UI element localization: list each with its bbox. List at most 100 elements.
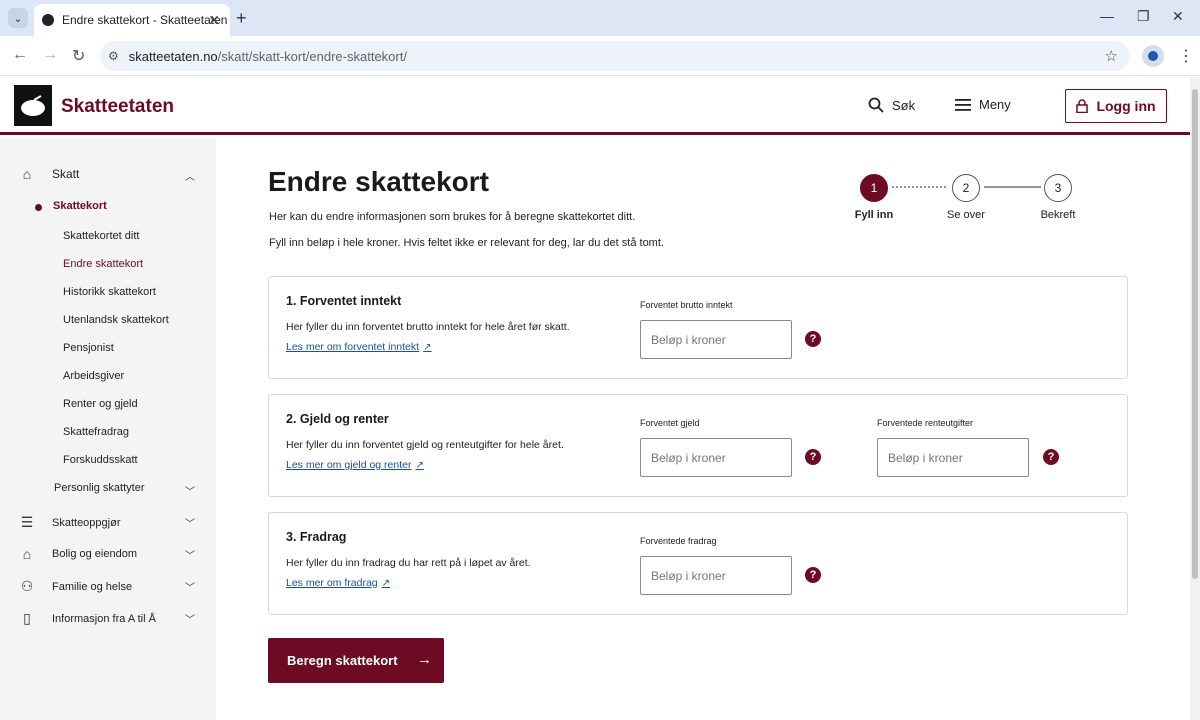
card-fradrag: 3. Fradrag Her fyller du inn fradrag du … (268, 512, 1128, 615)
card-heading: 2. Gjeld og renter (286, 412, 389, 426)
intro-text-2: Fyll inn beløp i hele kroner. Hvis felte… (269, 237, 664, 249)
active-dot-icon (35, 204, 42, 211)
tab-search-icon[interactable]: ⌄ (8, 8, 28, 28)
sidebar-item-arbeidsgiver[interactable]: Arbeidsgiver (63, 370, 124, 382)
skatteetaten-logo[interactable] (14, 85, 52, 126)
hamburger-icon (955, 98, 971, 111)
step-3-circle: 3 (1044, 174, 1072, 202)
logo-mark-icon (21, 94, 45, 116)
field-label: Forventet brutto inntekt (640, 300, 733, 310)
card-heading: 3. Fradrag (286, 530, 347, 544)
coins-icon: ☰ (20, 514, 34, 530)
help-icon[interactable]: ? (805, 449, 821, 465)
help-icon[interactable]: ? (805, 331, 821, 347)
field-label: Forventede renteutgifter (877, 418, 974, 428)
sidebar-item-utenlandsk[interactable]: Utenlandsk skattekort (63, 314, 169, 326)
card-heading: 1. Forventet inntekt (286, 294, 402, 308)
sidebar-nav: ⌂ Skatt ︿ Skattekort Skattekortet ditt E… (0, 138, 216, 720)
read-more-link[interactable]: Les mer om fradrag ↗ (286, 577, 390, 589)
chevron-down-icon[interactable]: ﹀ (185, 611, 195, 626)
minimize-icon[interactable]: — (1100, 8, 1114, 24)
field-label: Forventet gjeld (640, 418, 700, 428)
sidebar-item-skattefradrag[interactable]: Skattefradrag (63, 426, 129, 438)
help-icon[interactable]: ? (1043, 449, 1059, 465)
browser-toolbar: ← → ↻ ⚙ skatteetaten.no/skatt/skatt-kort… (0, 36, 1200, 76)
card-description: Her fyller du inn forventet brutto innte… (286, 321, 570, 333)
scrollbar-thumb[interactable] (1192, 89, 1198, 579)
url-text: skatteetaten.no/skatt/skatt-kort/endre-s… (128, 48, 407, 64)
browser-menu-icon[interactable]: ⋮ (1178, 46, 1194, 66)
main-content: Endre skattekort Her kan du endre inform… (216, 138, 1190, 720)
forventet-brutto-inntekt-input[interactable] (640, 320, 792, 359)
chevron-up-icon[interactable]: ︿ (185, 168, 195, 183)
intro-text-1: Her kan du endre informasjonen som bruke… (269, 211, 636, 223)
chevron-down-icon[interactable]: ﹀ (185, 547, 195, 562)
search-button[interactable]: Søk (868, 97, 915, 113)
chevron-down-icon[interactable]: ﹀ (185, 579, 195, 594)
sidebar-item-bolig[interactable]: ⌂ Bolig og eiendom (16, 546, 137, 562)
field-label: Forventede fradrag (640, 536, 717, 546)
forventet-gjeld-input[interactable] (640, 438, 792, 477)
sidebar-item-skatteoppgjor[interactable]: ☰ Skatteoppgjør (16, 514, 121, 531)
people-icon: ⚇ (20, 578, 34, 594)
tab-title: Endre skattekort - Skatteetaten (62, 13, 228, 27)
restore-icon[interactable]: ❐ (1137, 8, 1150, 25)
sidebar-item-endre-skattekort[interactable]: Endre skattekort (63, 258, 143, 270)
step-1-label: Fyll inn (854, 209, 894, 221)
sidebar-item-pensjonist[interactable]: Pensjonist (63, 342, 114, 354)
lock-icon (1076, 99, 1089, 113)
browser-tab[interactable]: Endre skattekort - Skatteetaten ✕ (34, 4, 230, 36)
read-more-link[interactable]: Les mer om forventet inntekt ↗ (286, 341, 431, 353)
search-label: Søk (892, 97, 916, 113)
menu-button[interactable]: Meny (955, 97, 1011, 112)
login-button[interactable]: Logg inn (1065, 89, 1167, 123)
page-scrollbar[interactable] (1190, 77, 1200, 720)
sidebar-item-forskuddsskatt[interactable]: Forskuddsskatt (63, 454, 138, 466)
arrow-right-icon: → (417, 651, 432, 668)
beregn-skattekort-button[interactable]: Beregn skattekort → (268, 638, 444, 683)
card-gjeld-og-renter: 2. Gjeld og renter Her fyller du inn for… (268, 394, 1128, 497)
document-icon: ▯ (23, 610, 31, 626)
chevron-down-icon[interactable]: ﹀ (185, 483, 195, 498)
back-icon[interactable]: ← (12, 46, 28, 64)
close-tab-icon[interactable]: ✕ (208, 12, 220, 29)
profile-avatar-icon[interactable] (1142, 45, 1164, 67)
browser-tab-bar: ⌄ Endre skattekort - Skatteetaten ✕ + — … (0, 0, 1200, 36)
step-3-label: Bekreft (1040, 209, 1076, 221)
step-2-circle: 2 (952, 174, 980, 202)
sidebar-section-skattekort[interactable]: Skattekort (53, 200, 107, 212)
chevron-down-icon[interactable]: ﹀ (185, 515, 195, 530)
card-description: Her fyller du inn forventet gjeld og ren… (286, 439, 564, 451)
sidebar-item-skattekortet-ditt[interactable]: Skattekortet ditt (63, 230, 139, 242)
sidebar-item-informasjon[interactable]: ▯ Informasjon fra A til Å (16, 610, 156, 627)
favicon-icon (42, 14, 54, 26)
step-1-circle: 1 (860, 174, 888, 202)
sidebar-item-familie[interactable]: ⚇ Familie og helse (16, 578, 132, 595)
sidebar-item-historikk[interactable]: Historikk skattekort (63, 286, 156, 298)
help-icon[interactable]: ? (805, 567, 821, 583)
login-label: Logg inn (1096, 98, 1156, 114)
sidebar-item-skatt[interactable]: ⌂ Skatt (16, 166, 80, 182)
read-more-link[interactable]: Les mer om gjeld og renter ↗ (286, 459, 424, 471)
address-bar[interactable]: ⚙ skatteetaten.no/skatt/skatt-kort/endre… (100, 41, 1130, 71)
new-tab-icon[interactable]: + (236, 8, 247, 28)
card-forventet-inntekt: 1. Forventet inntekt Her fyller du inn f… (268, 276, 1128, 379)
forventede-fradrag-input[interactable] (640, 556, 792, 595)
site-settings-icon[interactable]: ⚙ (108, 49, 119, 63)
external-link-icon: ↗ (423, 341, 432, 353)
reload-icon[interactable]: ↻ (72, 46, 85, 66)
external-link-icon: ↗ (381, 577, 391, 589)
sidebar-item-personlig-skattyter[interactable]: Personlig skattyter (54, 482, 144, 494)
menu-label: Meny (979, 97, 1011, 112)
forward-icon[interactable]: → (42, 46, 58, 64)
brand-name[interactable]: Skatteetaten (61, 96, 174, 118)
external-link-icon: ↗ (415, 459, 424, 471)
page-title: Endre skattekort (268, 166, 489, 197)
bookmark-star-icon[interactable]: ☆ (1105, 47, 1118, 65)
card-description: Her fyller du inn fradrag du har rett på… (286, 557, 531, 569)
close-window-icon[interactable]: ✕ (1172, 8, 1184, 25)
site-header: Skatteetaten Søk Meny Logg inn (0, 77, 1190, 135)
house-icon: ⌂ (22, 546, 32, 562)
forventede-renteutgifter-input[interactable] (877, 438, 1029, 477)
sidebar-item-renter-og-gjeld[interactable]: Renter og gjeld (63, 398, 138, 410)
